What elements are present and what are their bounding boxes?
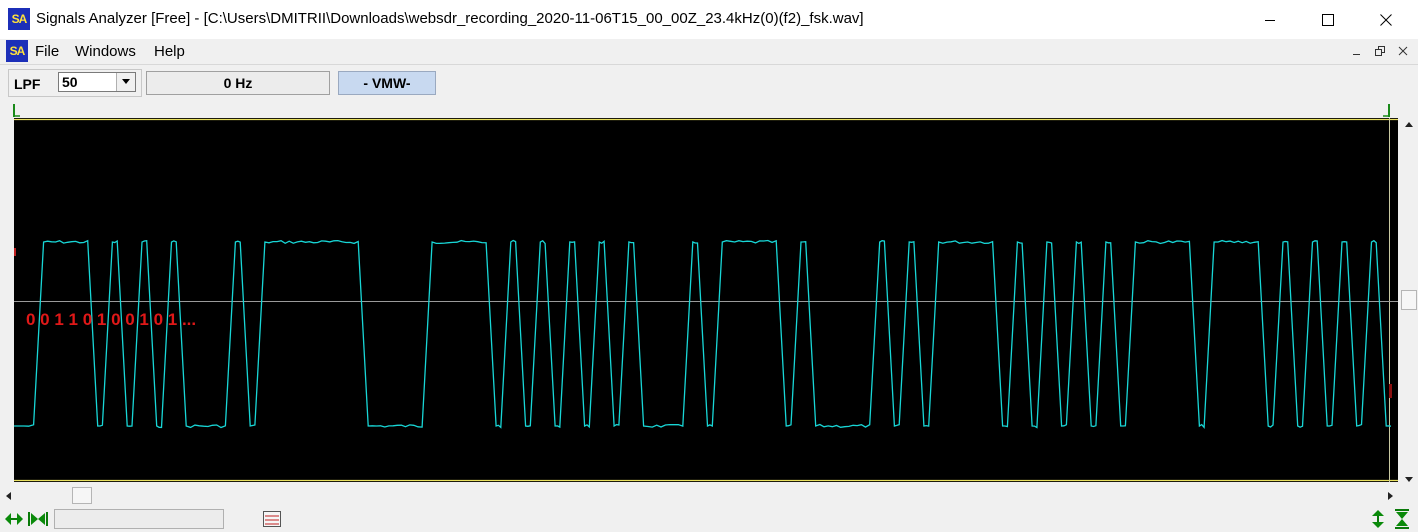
- vertical-scroll-thumb[interactable]: [1401, 290, 1417, 310]
- app-logo-icon: SA: [8, 8, 30, 30]
- lpf-value: 50: [62, 74, 78, 90]
- menu-file[interactable]: File: [35, 43, 59, 60]
- mdi-child-logo-icon[interactable]: SA: [6, 40, 28, 62]
- close-icon: [1398, 46, 1408, 56]
- lpf-dropdown[interactable]: 50: [58, 72, 136, 92]
- scroll-up-button[interactable]: [1400, 116, 1417, 133]
- window-title: Signals Analyzer [Free] - [C:\Users\DMIT…: [36, 10, 864, 27]
- bits-annotation: 0 0 1 1 0 1 0 0 1 0 1 ...: [26, 310, 197, 329]
- toolbar: LPF 50 0 Hz - VMW-: [0, 64, 1418, 101]
- level-marker-right: [1389, 384, 1392, 398]
- restore-icon: [1375, 46, 1385, 56]
- maximize-button[interactable]: [1298, 0, 1358, 39]
- scroll-down-button[interactable]: [1400, 471, 1417, 488]
- menu-help[interactable]: Help: [154, 43, 185, 60]
- status-bar: [0, 505, 1418, 532]
- close-button[interactable]: [1356, 0, 1416, 39]
- expand-horizontal-icon[interactable]: [4, 510, 24, 528]
- arrow-down-icon: [1404, 477, 1413, 482]
- arrow-left-icon: [6, 491, 11, 500]
- compress-vertical-icon[interactable]: [1393, 509, 1411, 529]
- arrow-right-icon: [1388, 491, 1393, 500]
- horizontal-scrollbar[interactable]: [0, 487, 1400, 505]
- mdi-close-button[interactable]: [1394, 46, 1412, 60]
- expand-vertical-icon[interactable]: [1369, 509, 1387, 529]
- arrow-up-icon: [1404, 122, 1413, 127]
- mode-button[interactable]: - VMW-: [338, 71, 436, 95]
- minimize-button[interactable]: [1240, 0, 1300, 39]
- scroll-left-button[interactable]: [0, 487, 17, 504]
- frequency-display: 0 Hz: [146, 71, 330, 95]
- menu-windows[interactable]: Windows: [75, 43, 136, 60]
- lpf-label: LPF: [14, 76, 41, 92]
- title-bar: SA Signals Analyzer [Free] - [C:\Users\D…: [0, 0, 1418, 39]
- minimize-icon: [1265, 19, 1275, 21]
- vertical-scrollbar[interactable]: [1400, 116, 1418, 488]
- waveform-display[interactable]: [14, 118, 1398, 482]
- menu-bar: SA File Windows Help: [0, 39, 1418, 64]
- chevron-down-icon: [122, 79, 130, 84]
- level-marker-left: [14, 248, 16, 256]
- maximize-icon: [1322, 13, 1334, 26]
- dropdown-arrow-button[interactable]: [116, 73, 135, 91]
- mdi-restore-button[interactable]: [1371, 46, 1389, 60]
- horizontal-scroll-thumb[interactable]: [72, 487, 92, 504]
- chart-icon[interactable]: [262, 510, 282, 528]
- status-field: [54, 509, 224, 529]
- minimize-icon: [1353, 54, 1360, 55]
- mdi-minimize-button[interactable]: [1348, 46, 1366, 60]
- scroll-right-button[interactable]: [1382, 487, 1399, 504]
- compress-horizontal-icon[interactable]: [28, 510, 48, 528]
- close-icon: [1380, 13, 1392, 26]
